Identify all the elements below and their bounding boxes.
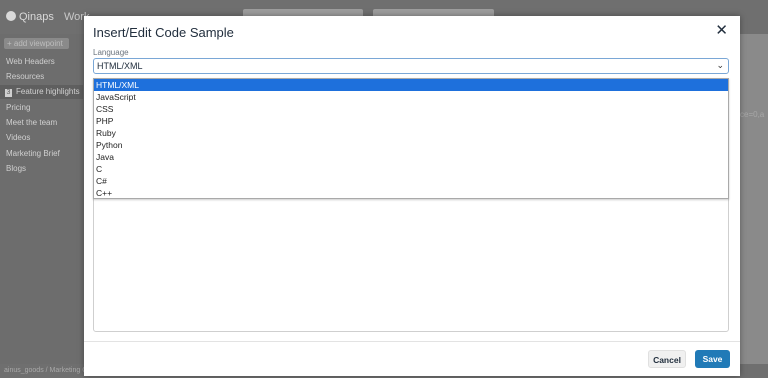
cancel-button[interactable]: Cancel	[648, 350, 686, 368]
right-pane: ce=0,a	[740, 34, 768, 364]
sidebar-item-number: 3	[5, 89, 12, 97]
language-option-c[interactable]: C	[94, 163, 728, 175]
language-option-csharp[interactable]: C#	[94, 175, 728, 187]
language-option-html-xml[interactable]: HTML/XML	[94, 79, 728, 91]
sidebar-item-blogs: Blogs	[6, 164, 27, 173]
language-select[interactable]: HTML/XML ⌄	[93, 58, 729, 74]
dialog-title: Insert/Edit Code Sample	[93, 25, 234, 40]
code-sample-dialog: Insert/Edit Code Sample ✕ Language HTML/…	[84, 16, 740, 376]
app-logo: Qinaps	[6, 11, 54, 23]
chevron-down-icon: ⌄	[716, 60, 724, 70]
logo-icon	[6, 11, 16, 21]
dialog-header: Insert/Edit Code Sample ✕	[84, 16, 740, 46]
language-dropdown: HTML/XML JavaScript CSS PHP Ruby Python …	[93, 78, 729, 199]
save-button[interactable]: Save	[695, 350, 730, 368]
language-label: Language	[93, 48, 129, 57]
sidebar-item-pricing: Pricing	[6, 103, 31, 112]
language-option-java[interactable]: Java	[94, 151, 728, 163]
language-select-value: HTML/XML	[97, 61, 143, 71]
language-option-javascript[interactable]: JavaScript	[94, 91, 728, 103]
sidebar-item-videos: Videos	[6, 133, 31, 142]
sidebar-item-marketing-brief: Marketing Brief	[6, 149, 60, 158]
language-option-python[interactable]: Python	[94, 139, 728, 151]
sidebar-item-meet-the-team: Meet the team	[6, 118, 58, 127]
close-icon[interactable]: ✕	[715, 22, 728, 40]
code-snippet-text: ce=0,a	[740, 110, 765, 119]
logo-text: Qinaps	[19, 11, 54, 23]
add-viewpoint-button: + add viewpoint	[4, 38, 69, 49]
app-sidebar: + add viewpoint Web Headers Resources 3F…	[0, 34, 84, 364]
sidebar-item-web-headers: Web Headers	[6, 57, 55, 66]
language-option-cpp[interactable]: C++	[94, 187, 728, 199]
sidebar-item-label: Feature highlights	[16, 87, 80, 96]
language-option-php[interactable]: PHP	[94, 115, 728, 127]
sidebar-item-feature-highlights: 3 Feature highlights	[0, 85, 83, 99]
language-option-css[interactable]: CSS	[94, 103, 728, 115]
sidebar-item-resources: Resources	[6, 72, 45, 81]
language-option-ruby[interactable]: Ruby	[94, 127, 728, 139]
dialog-footer: Cancel Save	[84, 341, 740, 377]
